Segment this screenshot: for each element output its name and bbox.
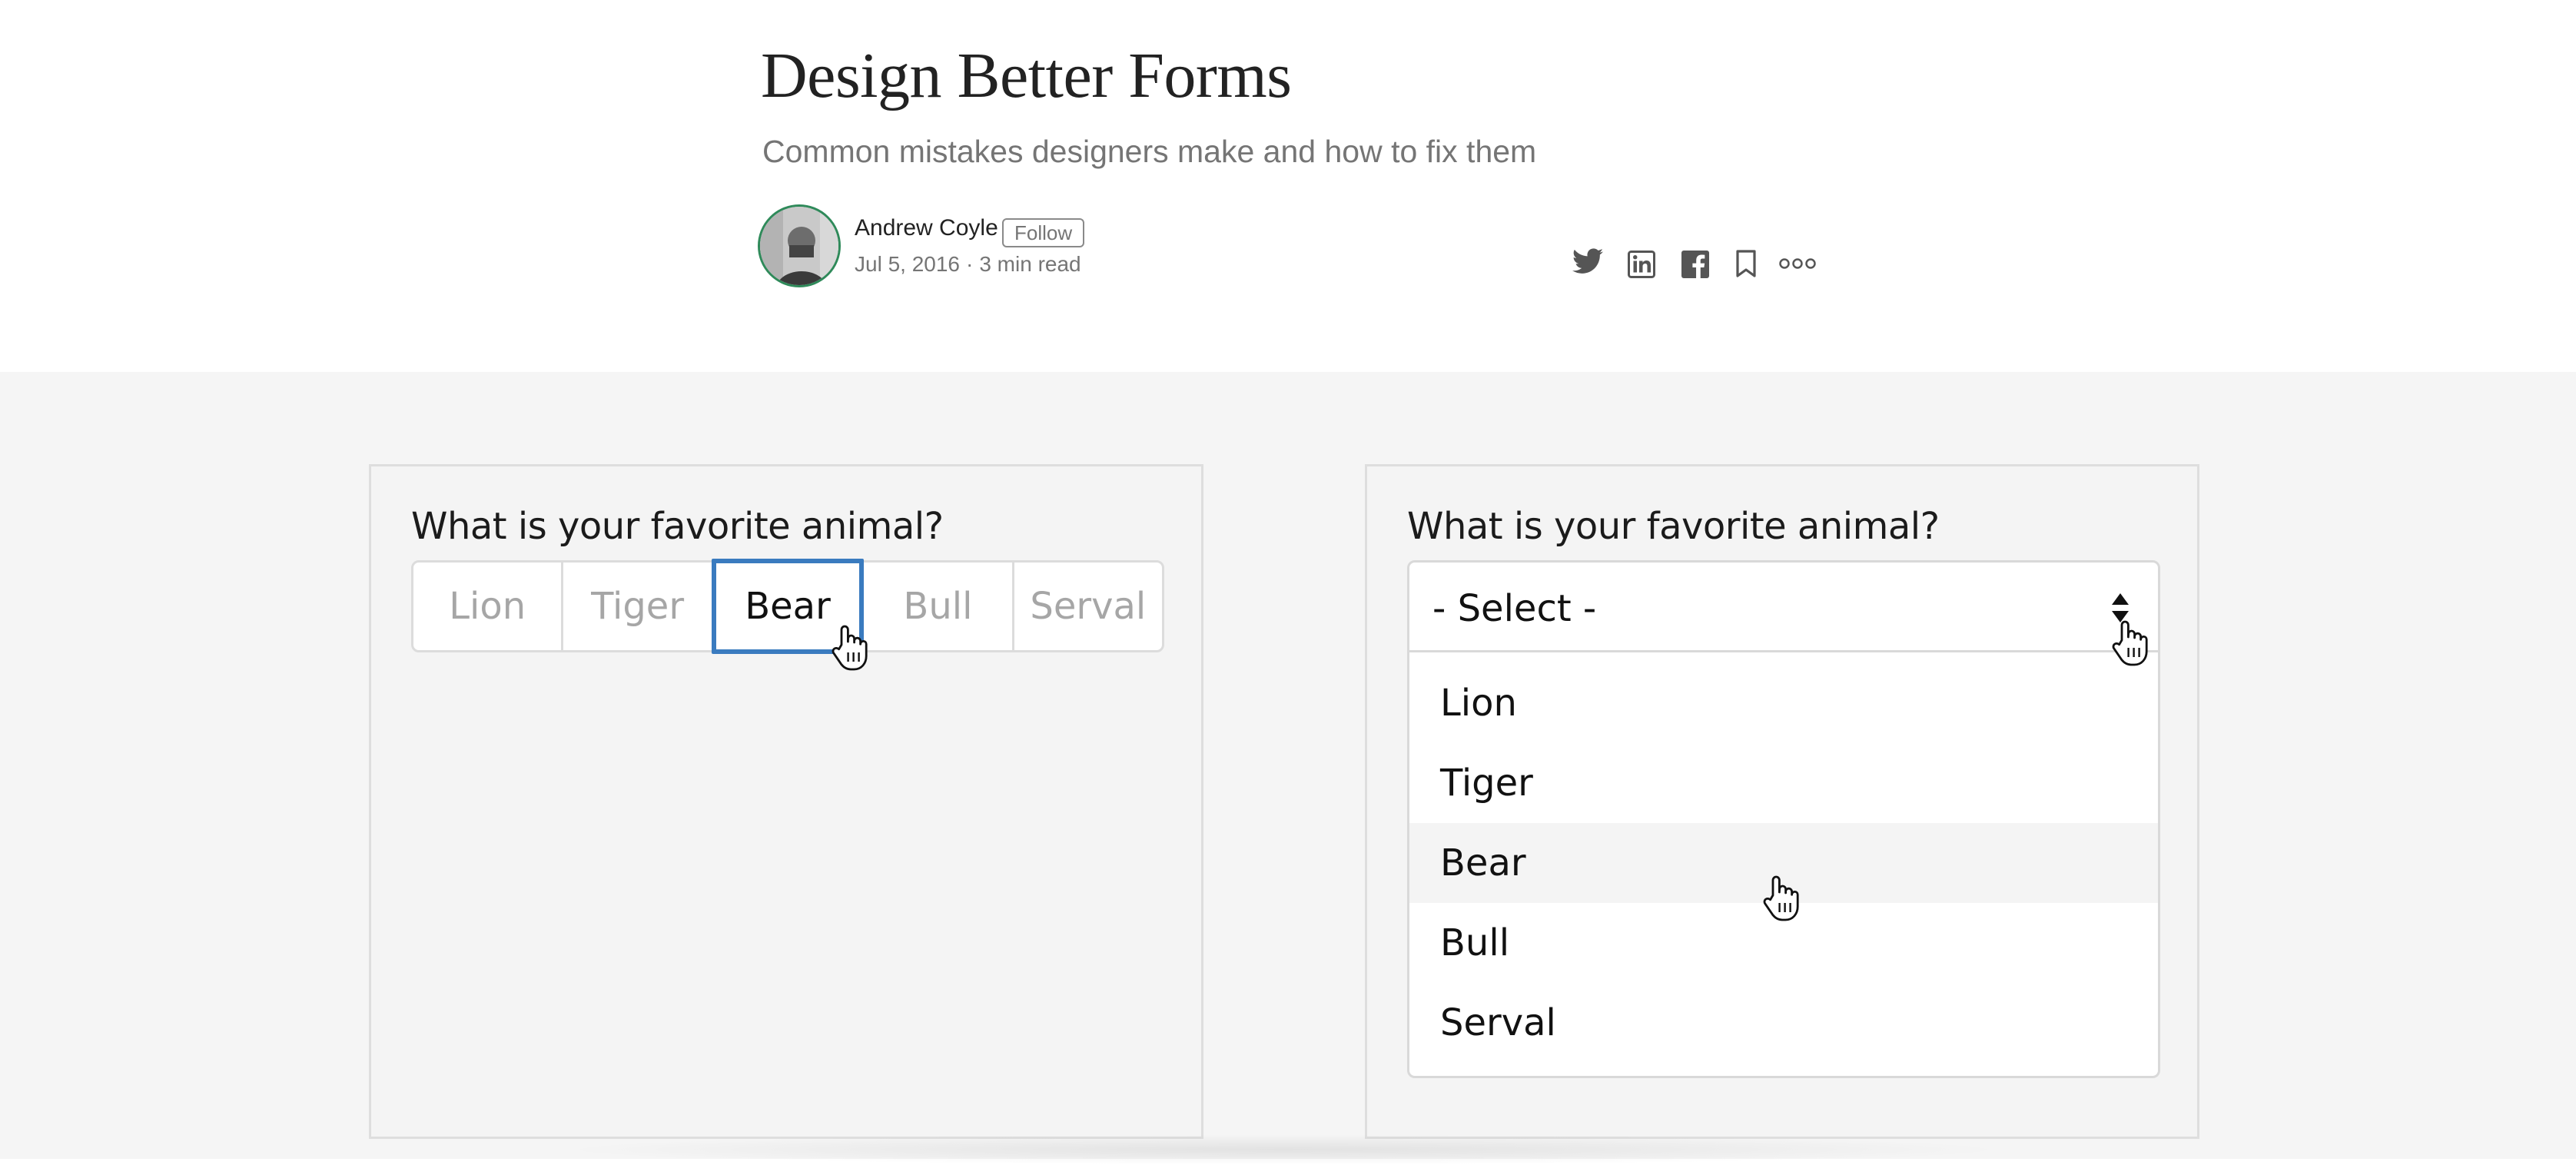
linkedin-icon[interactable]	[1628, 251, 1655, 278]
segment-lion[interactable]: Lion	[413, 563, 564, 650]
hand-cursor-icon	[1761, 874, 1802, 927]
dropdown-menu: Lion Tiger Bear Bull Serval	[1407, 652, 2160, 1078]
article-subtitle: Common mistakes designers make and how t…	[762, 134, 1537, 169]
author-name[interactable]: Andrew Coyle	[855, 215, 998, 241]
twitter-icon[interactable]	[1572, 247, 1603, 275]
option-tiger[interactable]: Tiger	[1409, 743, 2158, 823]
segment-serval[interactable]: Serval	[1014, 563, 1162, 650]
publish-date: Jul 5, 2016	[855, 252, 960, 276]
question-label: What is your favorite animal?	[411, 505, 944, 548]
read-time: 3 min read	[979, 252, 1081, 276]
article-title: Design Better Forms	[761, 40, 1292, 111]
facebook-icon[interactable]	[1681, 251, 1709, 278]
article-meta: Jul 5, 2016 · 3 min read	[855, 252, 1081, 277]
animal-select[interactable]: - Select -	[1407, 560, 2160, 652]
question-label: What is your favorite animal?	[1407, 505, 1940, 548]
page-shadow	[553, 1134, 2013, 1165]
segmented-control-panel: What is your favorite animal? Lion Tiger…	[369, 464, 1203, 1139]
segment-tiger[interactable]: Tiger	[563, 563, 714, 650]
option-lion[interactable]: Lion	[1409, 663, 2158, 743]
article-header: Design Better Forms Common mistakes desi…	[0, 0, 2576, 372]
follow-button[interactable]: Follow	[1002, 218, 1085, 247]
meta-separator: ·	[966, 252, 974, 276]
author-avatar[interactable]	[758, 204, 841, 287]
segment-bull[interactable]: Bull	[864, 563, 1014, 650]
dropdown-panel: What is your favorite animal? - Select -…	[1365, 464, 2199, 1139]
hand-cursor-icon	[829, 623, 871, 676]
hand-cursor-icon	[2110, 619, 2151, 672]
more-icon[interactable]	[1778, 257, 1817, 271]
select-value: - Select -	[1432, 587, 1597, 630]
segmented-control: Lion Tiger Bear Bull Serval	[411, 559, 1164, 654]
bookmark-icon[interactable]	[1735, 249, 1757, 278]
option-serval[interactable]: Serval	[1409, 983, 2158, 1063]
